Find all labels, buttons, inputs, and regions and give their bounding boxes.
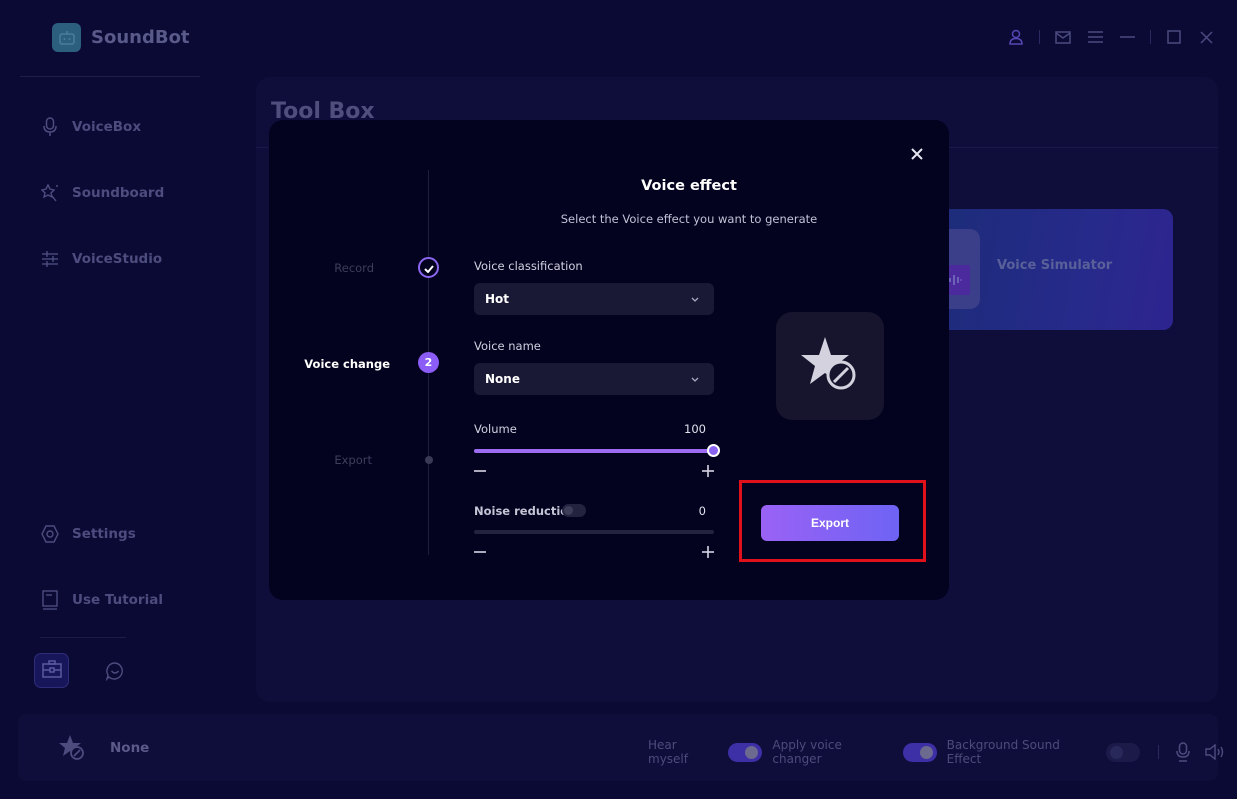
noise-reduction-increase-button[interactable] [701,545,715,559]
sidebar-item-voicestudio[interactable]: VoiceStudio [40,249,162,269]
speaker-icon[interactable] [1205,742,1225,762]
voice-name-select[interactable]: None [474,363,714,395]
volume-label: Volume [474,422,517,436]
apply-voice-changer-toggle[interactable] [902,742,937,762]
voice-classification-select[interactable]: Hot [474,283,714,315]
step-voice-change-number: 2 [418,352,439,373]
volume-value: 100 [684,422,706,436]
toggle-knob [745,745,759,759]
sidebar-item-soundboard[interactable]: Soundboard [40,183,164,203]
step-export-label: Export [334,453,372,467]
magic-wand-icon [40,183,60,203]
maximize-icon[interactable] [1165,28,1183,46]
toggle-knob [1110,745,1124,759]
voice-preview [776,312,884,420]
select-value: Hot [485,292,510,306]
microphone-icon [40,117,60,137]
sliders-icon [40,249,60,269]
step-record-label: Record [334,261,374,275]
current-voice-name: None [110,740,150,756]
volume-slider[interactable] [474,444,720,457]
close-icon[interactable] [1197,28,1215,46]
background-sound-effect-toggle[interactable] [1106,742,1141,762]
sidebar-divider [40,637,126,638]
sidebar-item-label: VoiceStudio [72,251,163,267]
book-icon [40,590,60,610]
voice-classification-label: Voice classification [474,259,583,273]
card-label: Voice Simulator [997,258,1113,273]
dialog-subtitle: Select the Voice effect you want to gene… [560,212,818,226]
highlight-box [739,480,926,562]
dialog-title: Voice effect [641,178,737,194]
noise-reduction-slider[interactable] [474,530,714,534]
check-icon [423,258,434,277]
close-icon [911,145,923,164]
chat-icon[interactable] [103,659,127,683]
volume-slider-thumb[interactable] [707,444,720,457]
sidebar-item-settings[interactable]: Settings [40,524,136,544]
mail-icon[interactable] [1054,28,1072,46]
toggle-knob [919,745,933,759]
user-icon[interactable] [1007,28,1025,46]
toggle-knob [564,506,573,515]
sidebar-item-use-tutorial[interactable]: Use Tutorial [40,590,163,610]
toolbox-icon [41,659,62,682]
close-dialog-button[interactable] [908,145,926,163]
no-effect-star-icon [799,335,861,397]
apply-voice-changer-label: Apply voice changer [772,738,842,766]
sidebar-item-label: VoiceBox [72,119,142,135]
noise-reduction-value: 0 [698,504,706,518]
divider [1150,30,1151,44]
volume-increase-button[interactable] [701,464,715,478]
sidebar-item-voicebox[interactable]: VoiceBox [40,117,141,137]
microphone-icon[interactable] [1173,742,1193,762]
robot-icon [52,23,81,52]
volume-slider-fill [474,449,714,453]
divider [1039,30,1040,44]
hear-myself-toggle[interactable] [728,742,763,762]
logo-divider [20,76,200,77]
voice-simulator-card[interactable]: Voice Simulator [940,209,1173,330]
step-export-dot [425,456,433,464]
chevron-down-icon [690,374,700,384]
app-logo: SoundBot [52,23,190,52]
app-title: SoundBot [91,27,190,48]
noise-reduction-decrease-button[interactable] [473,545,487,559]
toolbox-button[interactable] [34,653,69,688]
step-record-check [418,257,439,278]
no-effect-star-icon [58,733,88,763]
noise-reduction-label: Noise reduction [474,504,577,518]
sidebar-item-label: Soundboard [72,185,165,201]
step-voice-change-label: Voice change [304,357,390,371]
sidebar-item-label: Use Tutorial [72,592,163,608]
divider [1158,745,1160,759]
sidebar-item-label: Settings [72,526,136,542]
gear-icon [40,524,60,544]
background-sound-effect-label: Background Sound Effect [946,738,1060,766]
noise-reduction-toggle[interactable] [562,504,586,517]
chevron-down-icon [690,294,700,304]
bottom-controls: Hear myself Apply voice changer Backgrou… [648,738,1237,766]
minimize-icon[interactable] [1118,28,1136,46]
volume-decrease-button[interactable] [473,464,487,478]
voice-name-label: Voice name [474,339,541,353]
menu-icon[interactable] [1086,28,1104,46]
hear-myself-label: Hear myself [648,738,688,766]
select-value: None [485,372,520,386]
window-controls [1007,28,1215,46]
